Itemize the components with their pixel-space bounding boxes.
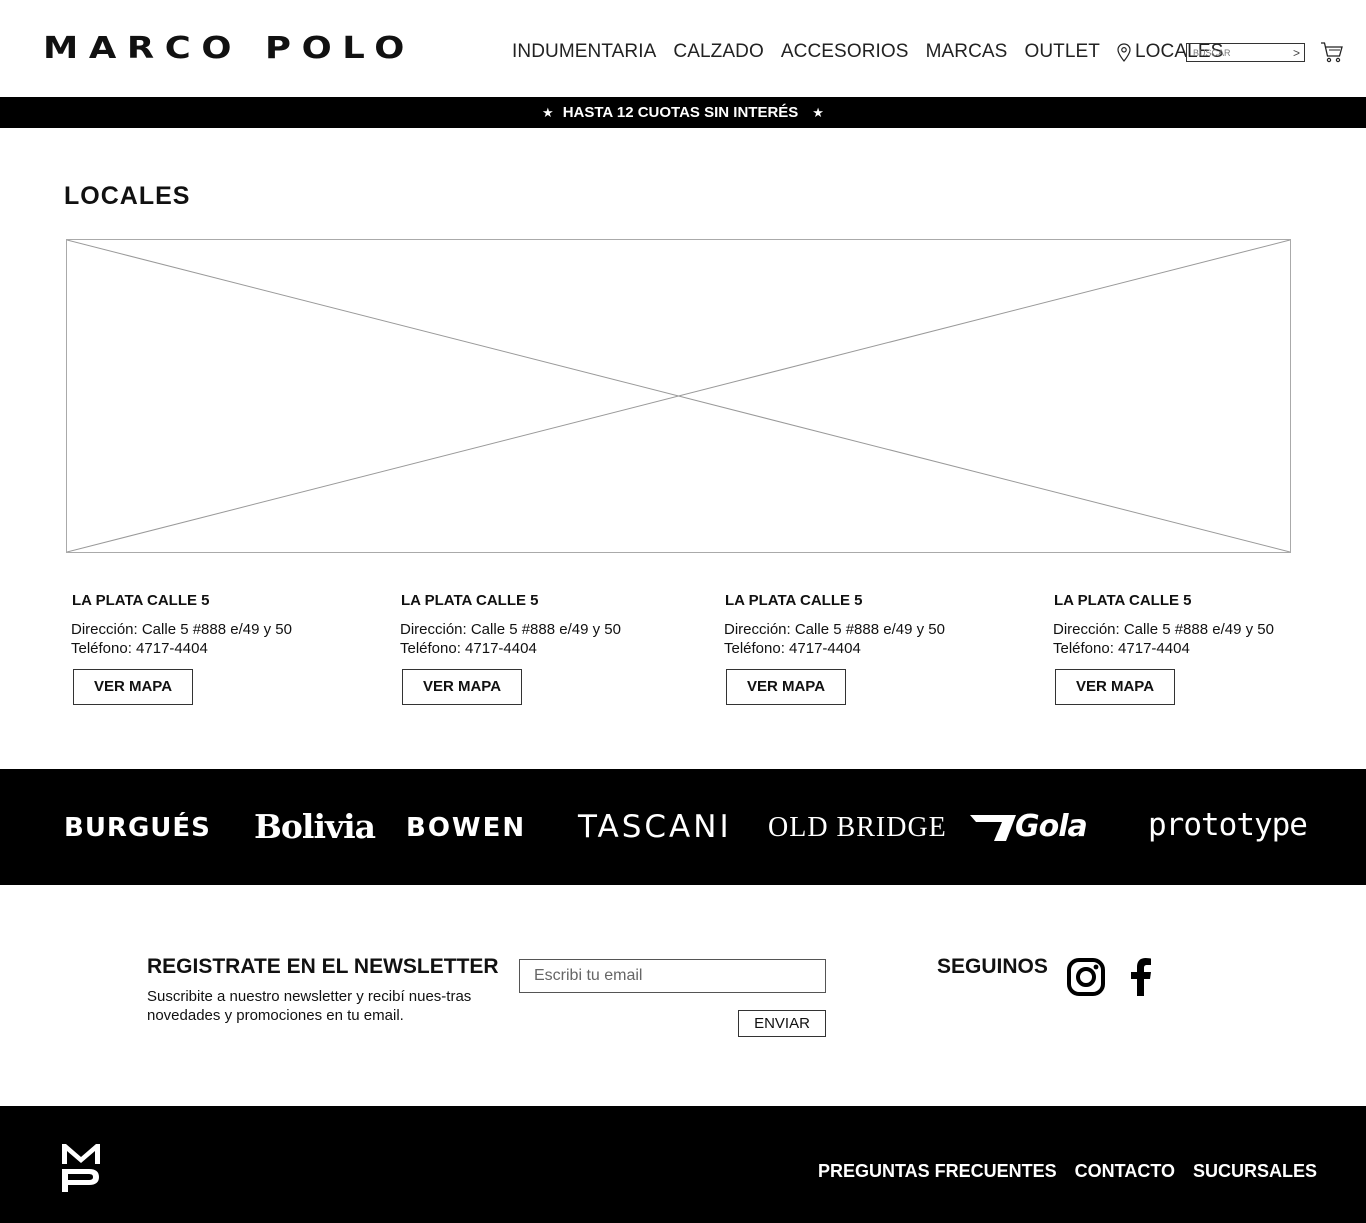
brand-logo-old-bridge[interactable]: OLD BRIDGE bbox=[768, 812, 947, 844]
mp-logo-icon[interactable] bbox=[62, 1142, 100, 1192]
newsletter-submit-button[interactable]: ENVIAR bbox=[738, 1010, 826, 1037]
newsletter-title: REGISTRATE EN EL NEWSLETTER bbox=[147, 955, 499, 978]
instagram-icon[interactable] bbox=[1067, 958, 1105, 996]
store-phone: Teléfono: 4717-4404 bbox=[724, 640, 861, 657]
store-address: Dirección: Calle 5 #888 e/49 y 50 bbox=[400, 621, 621, 638]
nav-item-accesorios[interactable]: ACCESORIOS bbox=[781, 41, 909, 63]
social-title: SEGUINOS bbox=[937, 955, 1048, 978]
view-map-button[interactable]: VER MAPA bbox=[402, 669, 522, 705]
search-submit-icon[interactable]: > bbox=[1293, 46, 1300, 60]
brand-logo-prototype[interactable]: prototype bbox=[1148, 807, 1308, 843]
brand-logo-tascani[interactable]: TASCANI bbox=[578, 809, 732, 845]
brands-strip: BURGUÉS Bolivia BOWEN TASCANI OLD BRIDGE… bbox=[0, 769, 1366, 885]
footer-link-faq[interactable]: PREGUNTAS FRECUENTES bbox=[818, 1161, 1057, 1182]
image-placeholder-icon bbox=[67, 240, 1290, 552]
star-icon: ★ bbox=[812, 104, 824, 120]
store-name: LA PLATA CALLE 5 bbox=[1054, 592, 1192, 609]
brand-logo-burgues[interactable]: BURGUÉS bbox=[64, 813, 211, 843]
page-title: LOCALES bbox=[64, 182, 191, 210]
facebook-icon[interactable] bbox=[1127, 958, 1153, 996]
map-placeholder[interactable] bbox=[66, 239, 1291, 553]
cart-icon[interactable] bbox=[1320, 40, 1344, 64]
email-field[interactable] bbox=[519, 959, 826, 993]
view-map-button[interactable]: VER MAPA bbox=[1055, 669, 1175, 705]
nav-item-outlet[interactable]: OUTLET bbox=[1024, 41, 1100, 63]
store-address: Dirección: Calle 5 #888 e/49 y 50 bbox=[1053, 621, 1274, 638]
store-card: LA PLATA CALLE 5 Dirección: Calle 5 #888… bbox=[1053, 592, 1353, 705]
store-card: LA PLATA CALLE 5 Dirección: Calle 5 #888… bbox=[71, 592, 371, 705]
nav-item-marcas[interactable]: MARCAS bbox=[926, 41, 1008, 63]
nav-item-calzado[interactable]: CALZADO bbox=[673, 41, 763, 63]
star-icon: ★ bbox=[542, 104, 554, 120]
promo-banner: ★ HASTA 12 CUOTAS SIN INTERÉS ★ bbox=[0, 97, 1366, 128]
search-box: > bbox=[1186, 43, 1305, 62]
store-address: Dirección: Calle 5 #888 e/49 y 50 bbox=[724, 621, 945, 638]
search-input[interactable] bbox=[1193, 45, 1289, 60]
store-phone: Teléfono: 4717-4404 bbox=[400, 640, 537, 657]
newsletter-description: Suscribite a nuestro newsletter y recibí… bbox=[147, 988, 472, 1024]
view-map-button[interactable]: VER MAPA bbox=[73, 669, 193, 705]
brand-logo[interactable]: MARCO POLO bbox=[43, 34, 415, 64]
footer-links: PREGUNTAS FRECUENTES CONTACTO SUCURSALES bbox=[800, 1161, 1317, 1182]
brand-logo-bowen[interactable]: BOWEN bbox=[406, 813, 526, 843]
site-header: MARCO POLO INDUMENTARIA CALZADO ACCESORI… bbox=[0, 0, 1366, 97]
store-card: LA PLATA CALLE 5 Dirección: Calle 5 #888… bbox=[400, 592, 700, 705]
main-nav: INDUMENTARIA CALZADO ACCESORIOS MARCAS O… bbox=[512, 40, 1223, 64]
store-phone: Teléfono: 4717-4404 bbox=[1053, 640, 1190, 657]
footer-link-contacto[interactable]: CONTACTO bbox=[1075, 1161, 1175, 1182]
brand-logo-bolivia[interactable]: Bolivia bbox=[254, 807, 376, 846]
nav-item-indumentaria[interactable]: INDUMENTARIA bbox=[512, 41, 656, 63]
brand-logo-gola[interactable]: Gola bbox=[1015, 809, 1088, 844]
store-address: Dirección: Calle 5 #888 e/49 y 50 bbox=[71, 621, 292, 638]
footer-link-sucursales[interactable]: SUCURSALES bbox=[1193, 1161, 1317, 1182]
store-name: LA PLATA CALLE 5 bbox=[725, 592, 863, 609]
gola-wing-icon bbox=[970, 815, 1016, 841]
store-name: LA PLATA CALLE 5 bbox=[401, 592, 539, 609]
view-map-button[interactable]: VER MAPA bbox=[726, 669, 846, 705]
location-pin-icon bbox=[1117, 42, 1131, 62]
store-card: LA PLATA CALLE 5 Dirección: Calle 5 #888… bbox=[724, 592, 1024, 705]
store-name: LA PLATA CALLE 5 bbox=[72, 592, 210, 609]
promo-text: HASTA 12 CUOTAS SIN INTERÉS bbox=[562, 104, 799, 121]
store-phone: Teléfono: 4717-4404 bbox=[71, 640, 208, 657]
